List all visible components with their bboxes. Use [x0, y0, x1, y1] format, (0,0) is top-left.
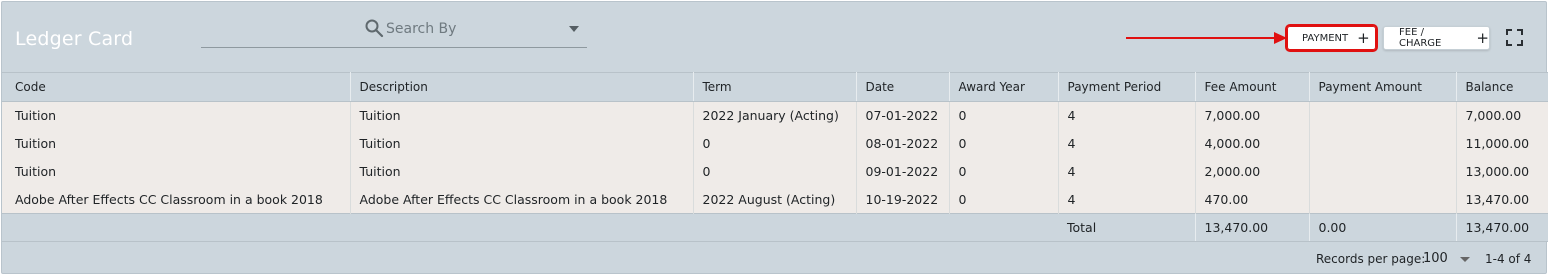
cell-description: Tuition	[350, 101, 694, 130]
cell-date: 09-01-2022	[856, 157, 950, 186]
column-header-term[interactable]: Term	[693, 72, 857, 102]
cell-fee-amount: 2,000.00	[1195, 157, 1310, 186]
records-per-page-select[interactable]: 100	[1423, 251, 1448, 266]
search-field[interactable]: Search By	[201, 12, 587, 48]
cell-term: 0	[693, 157, 857, 186]
cell-award-year: 0	[949, 101, 1059, 130]
cell-payment-amount	[1309, 129, 1457, 158]
column-header-balance[interactable]: Balance	[1456, 72, 1548, 102]
column-header-fee-amount[interactable]: Fee Amount	[1195, 72, 1310, 102]
cell-code: Adobe After Effects CC Classroom in a bo…	[2, 185, 351, 214]
cell-fee-amount: 7,000.00	[1195, 101, 1310, 130]
table-row[interactable]: Tuition Tuition 2022 January (Acting) 07…	[2, 101, 1548, 130]
total-balance: 13,470.00	[1456, 213, 1548, 242]
search-input[interactable]: Search By	[386, 21, 456, 37]
ledger-toolbar: Ledger Card Search By PAYMENT + FEE / CH…	[2, 2, 1546, 72]
cell-payment-period: 4	[1058, 129, 1196, 158]
cell-date: 07-01-2022	[856, 101, 950, 130]
records-per-page-label: Records per page:	[1316, 252, 1426, 266]
fullscreen-icon[interactable]	[1506, 29, 1523, 46]
add-fee-charge-button[interactable]: FEE / CHARGE +	[1383, 26, 1490, 50]
cell-fee-amount: 4,000.00	[1195, 129, 1310, 158]
table-row[interactable]: Tuition Tuition 0 09-01-2022 0 4 2,000.0…	[2, 157, 1548, 186]
cell-balance: 11,000.00	[1456, 129, 1548, 158]
column-header-code[interactable]: Code	[2, 72, 351, 102]
total-payment-amount: 0.00	[1309, 213, 1457, 242]
cell-description: Adobe After Effects CC Classroom in a bo…	[350, 185, 694, 214]
add-fee-charge-label: FEE / CHARGE	[1399, 27, 1442, 49]
cell-date: 08-01-2022	[856, 129, 950, 158]
cell-date: 10-19-2022	[856, 185, 950, 214]
cell-payment-period: 4	[1058, 157, 1196, 186]
cell-code: Tuition	[2, 129, 351, 158]
cell-term: 2022 August (Acting)	[693, 185, 857, 214]
pagination-range: 1-4 of 4	[1485, 252, 1532, 266]
cell-term: 2022 January (Acting)	[693, 101, 857, 130]
annotation-arrow-icon	[1126, 32, 1287, 44]
cell-payment-period: 4	[1058, 185, 1196, 214]
add-payment-button[interactable]: PAYMENT +	[1285, 24, 1378, 52]
column-header-payment-period[interactable]: Payment Period	[1058, 72, 1196, 102]
column-header-award-year[interactable]: Award Year	[949, 72, 1059, 102]
cell-payment-amount	[1309, 157, 1457, 186]
cell-description: Tuition	[350, 129, 694, 158]
ledger-card: Ledger Card Search By PAYMENT + FEE / CH…	[1, 1, 1548, 275]
cell-code: Tuition	[2, 157, 351, 186]
cell-description: Tuition	[350, 157, 694, 186]
cell-balance: 7,000.00	[1456, 101, 1548, 130]
ledger-table: Code Description Term Date Award Year Pa…	[2, 72, 1548, 242]
total-row-spacer	[2, 213, 1058, 242]
total-label: Total	[1058, 213, 1196, 242]
chevron-down-icon[interactable]	[1460, 257, 1470, 262]
cell-fee-amount: 470.00	[1195, 185, 1310, 214]
total-fee-amount: 13,470.00	[1195, 213, 1310, 242]
plus-icon: +	[1357, 28, 1370, 47]
column-header-description[interactable]: Description	[350, 72, 694, 102]
cell-payment-amount	[1309, 101, 1457, 130]
add-payment-label: PAYMENT	[1302, 32, 1349, 44]
cell-code: Tuition	[2, 101, 351, 130]
column-header-payment-amount[interactable]: Payment Amount	[1309, 72, 1457, 102]
table-row[interactable]: Adobe After Effects CC Classroom in a bo…	[2, 185, 1548, 214]
plus-icon: +	[1476, 28, 1489, 47]
search-icon	[365, 19, 384, 38]
cell-payment-period: 4	[1058, 101, 1196, 130]
cell-balance: 13,000.00	[1456, 157, 1548, 186]
cell-award-year: 0	[949, 185, 1059, 214]
table-header-row: Code Description Term Date Award Year Pa…	[2, 72, 1548, 102]
cell-award-year: 0	[949, 157, 1059, 186]
column-header-date[interactable]: Date	[856, 72, 950, 102]
total-row: Total 13,470.00 0.00 13,470.00	[2, 213, 1548, 242]
table-footer: Records per page: 100 1-4 of 4	[2, 243, 1546, 275]
table-row[interactable]: Tuition Tuition 0 08-01-2022 0 4 4,000.0…	[2, 129, 1548, 158]
page-title: Ledger Card	[15, 28, 134, 50]
cell-payment-amount	[1309, 185, 1457, 214]
cell-term: 0	[693, 129, 857, 158]
search-dropdown-icon[interactable]	[569, 26, 579, 32]
cell-award-year: 0	[949, 129, 1059, 158]
cell-balance: 13,470.00	[1456, 185, 1548, 214]
